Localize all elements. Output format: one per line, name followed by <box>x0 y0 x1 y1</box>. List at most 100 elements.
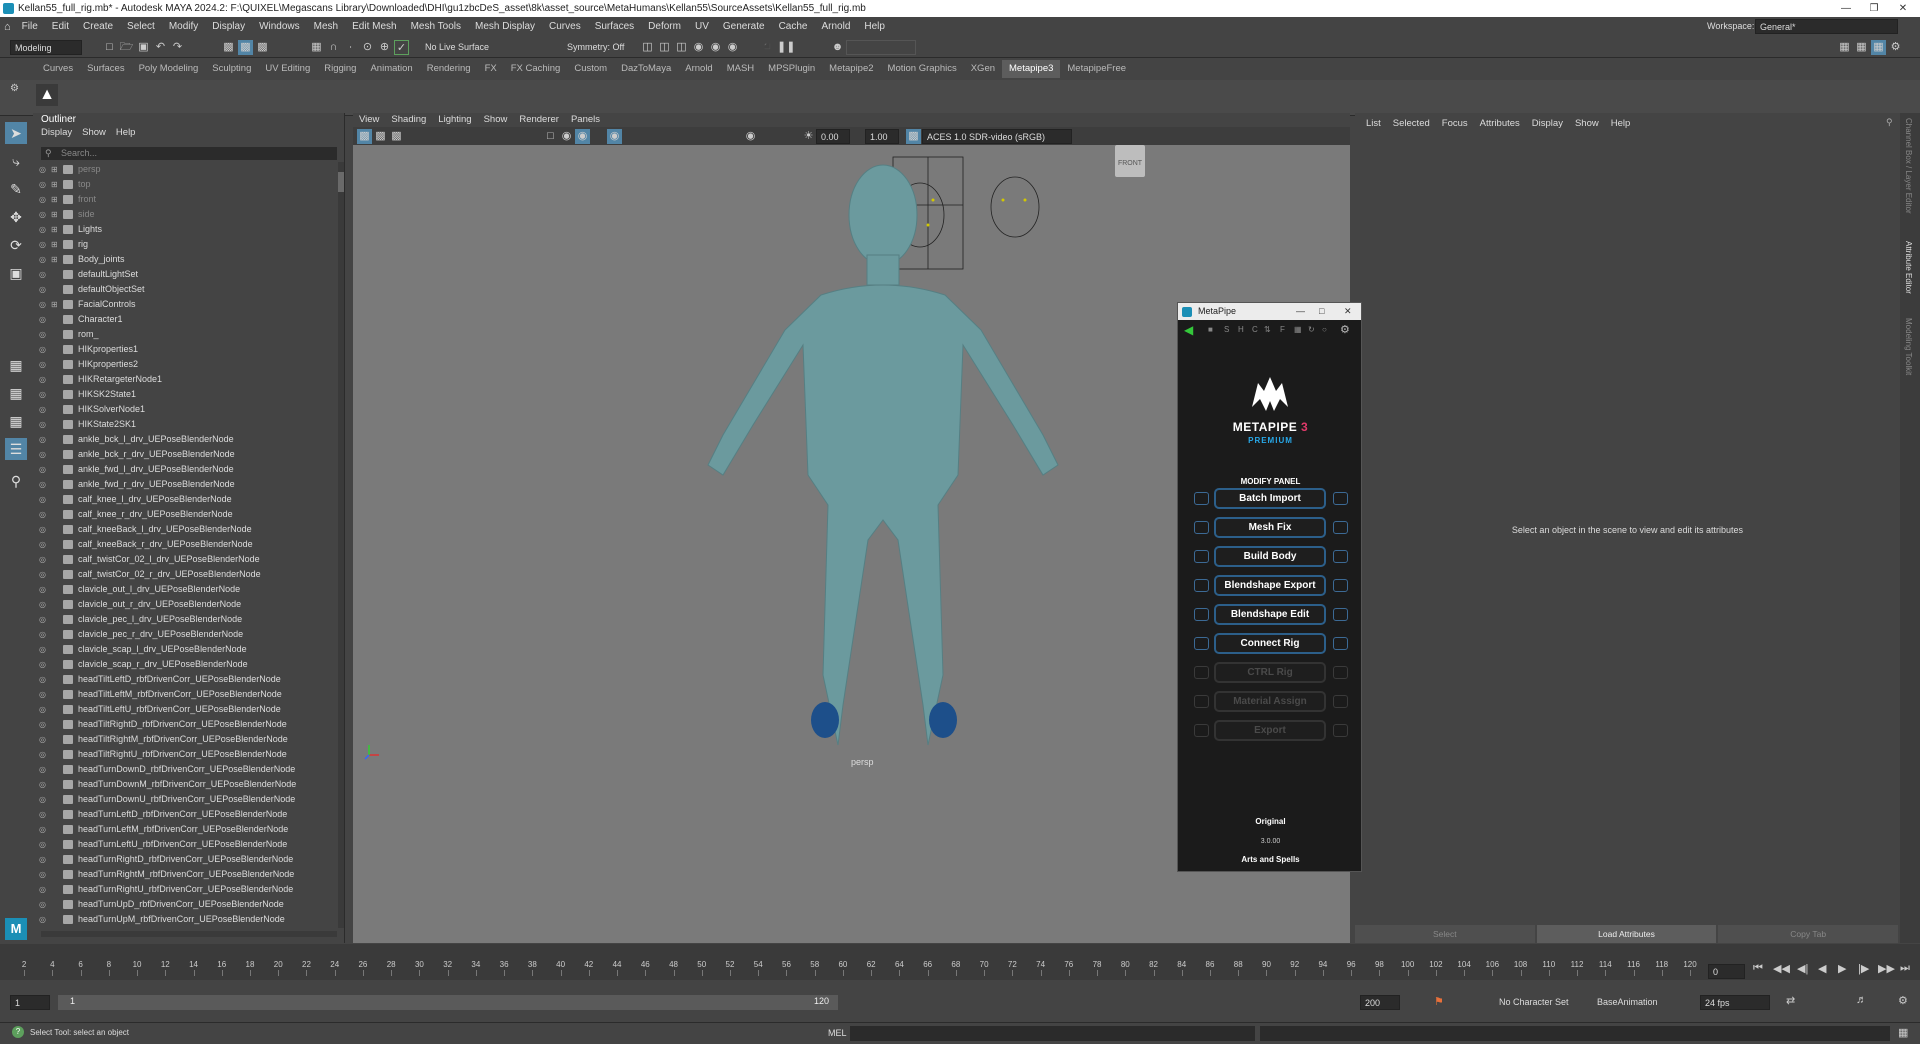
outliner-item[interactable]: ◎ clavicle_out_r_drv_UEPoseBlenderNode <box>33 597 337 612</box>
current-frame-field[interactable]: 0 <box>1708 964 1745 979</box>
outliner-item[interactable]: ◎ clavicle_pec_l_drv_UEPoseBlenderNode <box>33 612 337 627</box>
visibility-icon[interactable]: ◎ <box>39 627 47 642</box>
menu-mesh-display[interactable]: Mesh Display <box>468 21 542 32</box>
outliner-item[interactable]: ◎ headTiltRightD_rbfDrivenCorr_UEPoseBlen… <box>33 717 337 732</box>
audio-icon[interactable]: ♬ <box>1856 994 1867 1006</box>
menu-file[interactable]: File <box>15 21 45 32</box>
visibility-icon[interactable]: ◎ <box>39 522 47 537</box>
outliner-item[interactable]: ◎ headTurnLeftM_rbfDrivenCorr_UEPoseBlend… <box>33 822 337 837</box>
select-hierarchy-icon[interactable]: ▩ <box>221 40 236 55</box>
visibility-icon[interactable]: ◎ <box>39 852 47 867</box>
shelf-tab-daztomaya[interactable]: DazToMaya <box>614 60 678 78</box>
outliner-item[interactable]: ◎ ankle_bck_r_drv_UEPoseBlenderNode <box>33 447 337 462</box>
connect-rig-left-toggle[interactable] <box>1194 637 1209 650</box>
outliner-item[interactable]: ◎ ⊞ Body_joints <box>33 252 337 267</box>
shelf-tab-metapipe2[interactable]: Metapipe2 <box>822 60 880 78</box>
layout-icon[interactable]: ▦ <box>1294 325 1302 334</box>
auto-key-icon[interactable]: ⚑ <box>1434 995 1444 1008</box>
xray-icon[interactable]: ◉ <box>743 129 758 144</box>
shelf-tab-custom[interactable]: Custom <box>567 60 614 78</box>
outliner-item[interactable]: ◎ headTurnUpM_rbfDrivenCorr_UEPoseBlender… <box>33 912 337 927</box>
ipr-render-icon[interactable]: ◫ <box>674 40 689 55</box>
menu-uv[interactable]: UV <box>688 21 716 32</box>
visibility-icon[interactable]: ◎ <box>39 342 47 357</box>
outliner-item[interactable]: ◎ clavicle_out_l_drv_UEPoseBlenderNode <box>33 582 337 597</box>
light-editor-icon[interactable]: ◾ <box>760 40 775 55</box>
viewport-menu-panels[interactable]: Panels <box>565 113 606 127</box>
outliner-item[interactable]: ◎ HIKRetargeterNode1 <box>33 372 337 387</box>
expand-icon[interactable]: ⊞ <box>51 222 59 237</box>
save-scene-icon[interactable]: ▣ <box>136 40 151 55</box>
outliner-item[interactable]: ◎ HIKproperties2 <box>33 357 337 372</box>
preferences-icon[interactable]: ⚙ <box>1898 994 1908 1007</box>
outliner-item[interactable]: ◎ headTurnRightD_rbfDrivenCorr_UEPoseBlen… <box>33 852 337 867</box>
build-body-left-toggle[interactable] <box>1194 550 1209 563</box>
menu-create[interactable]: Create <box>76 21 120 32</box>
anim-layer-dropdown[interactable]: BaseAnimation <box>1593 995 1683 1010</box>
menu-generate[interactable]: Generate <box>716 21 772 32</box>
export-right-toggle[interactable] <box>1333 724 1348 737</box>
outliner-item[interactable]: ◎ headTurnDownD_rbfDrivenCorr_UEPoseBlend… <box>33 762 337 777</box>
visibility-icon[interactable]: ◎ <box>39 897 47 912</box>
menu-surfaces[interactable]: Surfaces <box>588 21 641 32</box>
textured-icon[interactable]: ◉ <box>575 129 590 144</box>
outliner-menu-show[interactable]: Show <box>82 126 106 140</box>
camera-attributes-icon[interactable]: ▩ <box>373 129 388 144</box>
attr-menu-list[interactable]: List <box>1360 117 1387 131</box>
outliner-item[interactable]: ◎ HIKState2SK1 <box>33 417 337 432</box>
outliner-item[interactable]: ◎ ⊞ front <box>33 192 337 207</box>
visibility-icon[interactable]: ◎ <box>39 192 47 207</box>
visibility-icon[interactable]: ◎ <box>39 837 47 852</box>
expand-icon[interactable]: ⊞ <box>51 192 59 207</box>
outliner-item[interactable]: ◎ calf_kneeBack_r_drv_UEPoseBlenderNode <box>33 537 337 552</box>
visibility-icon[interactable]: ◎ <box>39 507 47 522</box>
visibility-icon[interactable]: ◎ <box>39 657 47 672</box>
shelf-tab-animation[interactable]: Animation <box>363 60 419 78</box>
connect-rig-button[interactable]: Connect Rig <box>1214 633 1326 654</box>
outliner-item[interactable]: ◎ ankle_fwd_r_drv_UEPoseBlenderNode <box>33 477 337 492</box>
metapipe-title-bar[interactable]: MetaPipe — □ ✕ <box>1178 303 1361 320</box>
viewport-menu-show[interactable]: Show <box>478 113 514 127</box>
export-left-toggle[interactable] <box>1194 724 1209 737</box>
range-bar[interactable]: 1 120 <box>58 995 838 1010</box>
outliner-search-input[interactable]: Search... <box>41 147 337 160</box>
settings-gear-icon[interactable]: ⚙ <box>1340 323 1350 336</box>
search-icon[interactable]: ⚲ <box>5 470 27 492</box>
visibility-icon[interactable]: ◎ <box>39 357 47 372</box>
gamma-field[interactable]: 1.00 <box>865 129 899 144</box>
blendshape-edit-left-toggle[interactable] <box>1194 608 1209 621</box>
attr-select-button[interactable]: Select <box>1355 925 1535 943</box>
pause-viewport-icon[interactable]: ❚❚ <box>777 40 795 55</box>
visibility-icon[interactable]: ◎ <box>39 642 47 657</box>
visibility-icon[interactable]: ◎ <box>39 462 47 477</box>
viewport-menu-renderer[interactable]: Renderer <box>513 113 565 127</box>
bookmark-icon[interactable]: ▩ <box>389 129 404 144</box>
outliner-item[interactable]: ◎ Character1 <box>33 312 337 327</box>
attr-menu-display[interactable]: Display <box>1526 117 1569 131</box>
outliner-item[interactable]: ◎ headTiltLeftD_rbfDrivenCorr_UEPoseBlend… <box>33 672 337 687</box>
menu-windows[interactable]: Windows <box>252 21 307 32</box>
character-set-dropdown[interactable]: No Character Set <box>1495 995 1585 1010</box>
menu-select[interactable]: Select <box>120 21 162 32</box>
lighting-icon[interactable]: ◉ <box>607 129 622 144</box>
visibility-icon[interactable]: ◎ <box>39 552 47 567</box>
paint-select-icon[interactable]: ✎ <box>5 178 27 200</box>
expand-icon[interactable]: ⊞ <box>51 207 59 222</box>
visibility-icon[interactable]: ◎ <box>39 417 47 432</box>
visibility-icon[interactable]: ◎ <box>39 762 47 777</box>
snap-view-icon[interactable]: ⊙ <box>360 40 375 55</box>
menu-deform[interactable]: Deform <box>641 21 688 32</box>
shelf-tab-metapipe3[interactable]: Metapipe3 <box>1002 60 1061 78</box>
outliner-item[interactable]: ◎ ⊞ top <box>33 177 337 192</box>
visibility-icon[interactable]: ◎ <box>39 312 47 327</box>
home-icon[interactable]: ⌂ <box>4 21 11 33</box>
attr-menu-attributes[interactable]: Attributes <box>1474 117 1526 131</box>
visibility-icon[interactable]: ◎ <box>39 267 47 282</box>
visibility-icon[interactable]: ◎ <box>39 822 47 837</box>
shelf-tab-xgen[interactable]: XGen <box>964 60 1002 78</box>
visibility-icon[interactable]: ◎ <box>39 582 47 597</box>
snap-grid-icon[interactable]: ▦ <box>309 40 324 55</box>
maya-home-icon[interactable]: M <box>5 918 27 940</box>
menu-edit-mesh[interactable]: Edit Mesh <box>345 21 403 32</box>
visibility-icon[interactable]: ◎ <box>39 777 47 792</box>
